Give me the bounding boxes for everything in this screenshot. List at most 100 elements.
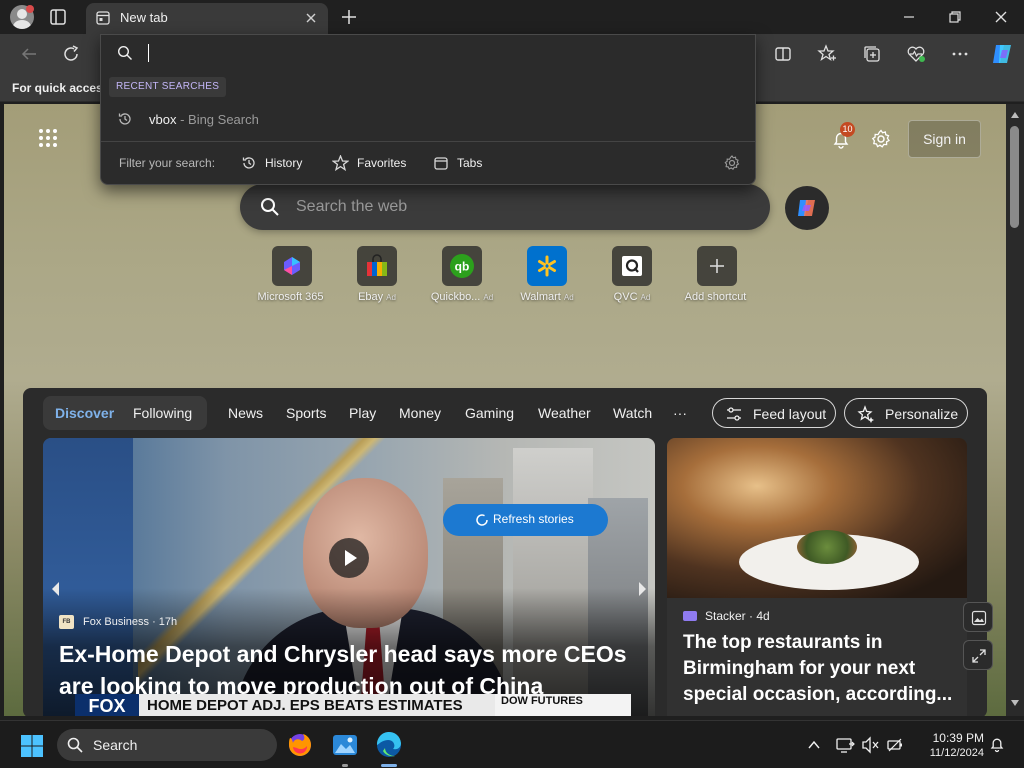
tab-discover[interactable]: Discover bbox=[55, 405, 114, 421]
edge-taskbar-icon[interactable] bbox=[373, 729, 405, 761]
notification-center-bell-icon[interactable] bbox=[988, 735, 1006, 753]
address-bar-input[interactable] bbox=[147, 41, 737, 65]
new-tab-plus-icon[interactable] bbox=[338, 6, 360, 28]
page-settings-gear-icon[interactable] bbox=[870, 128, 892, 150]
restaurant-photo bbox=[667, 438, 967, 598]
recent-search-item[interactable]: vbox - Bing Search bbox=[101, 105, 755, 135]
tab-following[interactable]: Following bbox=[133, 405, 192, 421]
favorites-bar-hint: For quick access bbox=[12, 81, 110, 95]
quick-link-walmart[interactable]: Walmart Ad bbox=[499, 246, 595, 303]
scrollbar-thumb[interactable] bbox=[1010, 126, 1019, 228]
refresh-stories-label: Refresh stories bbox=[493, 512, 574, 526]
hero-story-card[interactable]: FB Fox Business · 17h Ex-Home Depot and … bbox=[43, 438, 655, 716]
web-search-box[interactable]: Search the web bbox=[240, 184, 770, 230]
photo-food bbox=[797, 530, 857, 564]
profile-status-dot bbox=[26, 5, 34, 13]
quickbooks-icon: qb bbox=[450, 254, 474, 278]
tab-sports[interactable]: Sports bbox=[286, 405, 326, 421]
refresh-stories-button[interactable]: Refresh stories bbox=[443, 504, 608, 536]
tab-play[interactable]: Play bbox=[349, 405, 376, 421]
tab-money[interactable]: Money bbox=[399, 405, 441, 421]
close-window-icon[interactable] bbox=[990, 6, 1012, 28]
expand-diagonal-icon bbox=[972, 649, 986, 663]
minimize-icon[interactable] bbox=[898, 6, 920, 28]
quick-link-add-shortcut[interactable]: Add shortcut bbox=[669, 246, 765, 303]
fox-business-logo-icon: FB bbox=[59, 615, 74, 629]
filter-history-button[interactable]: History bbox=[241, 149, 302, 177]
clock-time[interactable]: 10:39 PM bbox=[924, 731, 984, 745]
restore-icon[interactable] bbox=[944, 6, 966, 28]
volume-muted-icon[interactable] bbox=[860, 735, 880, 755]
favorites-star-icon[interactable] bbox=[816, 43, 838, 65]
side-story-card[interactable]: Stacker · 4d The top restaurants in Birm… bbox=[667, 438, 967, 716]
ticker-text: HOME DEPOT ADJ. EPS BEATS ESTIMATES bbox=[147, 697, 463, 714]
background-image-button[interactable] bbox=[963, 602, 993, 632]
personalize-label: Personalize bbox=[885, 406, 959, 422]
app-launcher-grid-icon[interactable] bbox=[38, 128, 58, 148]
tab-news[interactable]: News bbox=[228, 405, 263, 421]
scroll-up-icon[interactable] bbox=[1011, 112, 1019, 118]
network-display-icon[interactable] bbox=[835, 735, 855, 755]
quick-link-label: Quickbo... Ad bbox=[430, 291, 494, 303]
windows-start-icon[interactable] bbox=[20, 734, 44, 758]
title-bar: New tab bbox=[0, 0, 1024, 34]
filter-favorites-button[interactable]: Favorites bbox=[332, 149, 406, 177]
battery-status-icon[interactable] bbox=[885, 735, 905, 755]
scroll-down-icon[interactable] bbox=[1011, 700, 1019, 706]
show-hidden-icons-chevron-icon[interactable] bbox=[806, 737, 822, 753]
tab-weather[interactable]: Weather bbox=[538, 405, 591, 421]
more-categories-button[interactable]: ··· bbox=[673, 405, 687, 421]
recent-searches-label: RECENT SEARCHES bbox=[109, 77, 227, 97]
text-caret bbox=[148, 44, 149, 62]
quick-link-tile bbox=[357, 246, 397, 286]
expand-button[interactable] bbox=[963, 640, 993, 670]
tab-watch[interactable]: Watch bbox=[613, 405, 652, 421]
ticker-logo: FOX bbox=[75, 694, 139, 716]
refresh-icon[interactable] bbox=[60, 43, 82, 65]
more-options-icon[interactable] bbox=[949, 43, 971, 65]
copilot-colorful-icon bbox=[798, 200, 815, 216]
personalize-button[interactable]: Personalize bbox=[844, 398, 968, 428]
filter-tabs-button[interactable]: Tabs bbox=[433, 149, 482, 177]
quick-link-label: QVC Ad bbox=[613, 291, 651, 303]
quick-link-tile bbox=[612, 246, 652, 286]
news-ticker: FOX HOME DEPOT ADJ. EPS BEATS ESTIMATES … bbox=[75, 694, 631, 716]
copilot-icon[interactable] bbox=[990, 42, 1014, 66]
dropdown-divider bbox=[101, 141, 755, 142]
quick-link-label: Walmart Ad bbox=[520, 291, 574, 303]
quick-link-quickbooks[interactable]: qb Quickbo... Ad bbox=[414, 246, 510, 303]
taskbar-search-box[interactable]: Search bbox=[57, 729, 277, 761]
new-tab-favicon-icon bbox=[96, 11, 110, 25]
clock-date[interactable]: 11/12/2024 bbox=[914, 747, 984, 759]
hero-story-headline[interactable]: Ex-Home Depot and Chrysler head says mor… bbox=[59, 638, 649, 702]
back-arrow-icon[interactable] bbox=[18, 43, 40, 65]
tab-new-tab[interactable]: New tab bbox=[86, 3, 328, 34]
quick-link-qvc[interactable]: QVC Ad bbox=[584, 246, 680, 303]
sign-in-button[interactable]: Sign in bbox=[908, 120, 981, 158]
carousel-next-icon[interactable] bbox=[635, 580, 649, 598]
stacker-logo-icon bbox=[683, 611, 697, 621]
carousel-prev-icon[interactable] bbox=[49, 580, 63, 598]
photos-taskbar-icon[interactable] bbox=[329, 729, 361, 761]
play-video-icon[interactable] bbox=[329, 538, 369, 578]
feed-layout-button[interactable]: Feed layout bbox=[712, 398, 836, 428]
side-story-headline[interactable]: The top restaurants in Birmingham for yo… bbox=[683, 630, 959, 708]
tab-actions-icon[interactable] bbox=[48, 7, 68, 27]
browser-essentials-heart-icon[interactable] bbox=[905, 43, 927, 65]
search-settings-gear-icon[interactable] bbox=[723, 154, 741, 172]
collections-icon[interactable] bbox=[861, 43, 883, 65]
filter-search-label: Filter your search: bbox=[119, 156, 216, 170]
notification-count-badge: 10 bbox=[840, 122, 855, 137]
tab-gaming[interactable]: Gaming bbox=[465, 405, 514, 421]
quick-link-ebay[interactable]: Ebay Ad bbox=[329, 246, 425, 303]
copilot-search-button[interactable] bbox=[785, 186, 829, 230]
history-icon bbox=[242, 157, 255, 169]
split-screen-icon[interactable] bbox=[772, 43, 794, 65]
firefox-taskbar-icon[interactable] bbox=[284, 729, 316, 761]
ebay-bag-icon bbox=[367, 254, 387, 276]
sparkle-star-icon bbox=[857, 405, 874, 423]
history-clock-icon bbox=[118, 113, 131, 125]
quick-link-microsoft-365[interactable]: Microsoft 365 bbox=[244, 246, 340, 303]
tab-close-icon[interactable] bbox=[302, 9, 320, 27]
sliders-icon bbox=[727, 407, 741, 421]
